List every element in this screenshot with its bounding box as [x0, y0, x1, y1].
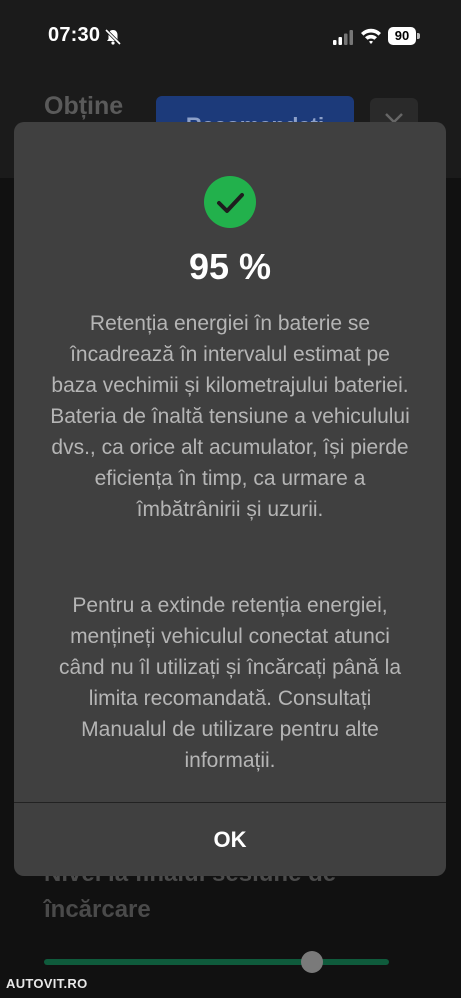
- wifi-icon: [361, 28, 381, 44]
- ok-button[interactable]: OK: [14, 803, 446, 876]
- watermark: AUTOVIT.RO: [6, 976, 88, 991]
- cellular-signal-icon: [333, 30, 353, 45]
- retention-description: Retenția energiei în baterie se încadrea…: [50, 312, 410, 521]
- charge-limit-slider-track[interactable]: [44, 959, 389, 965]
- status-bar: 07:30 90: [0, 0, 461, 70]
- battery-icon: 90: [388, 27, 416, 45]
- retention-percent: 95 %: [188, 246, 272, 287]
- page-title: Obține: [44, 92, 124, 120]
- retention-advice: Pentru a extinde retenția energiei, menț…: [58, 594, 402, 772]
- battery-retention-dialog: 95 % Retenția energiei în baterie se înc…: [14, 122, 446, 876]
- status-time: 07:30: [48, 24, 101, 46]
- bell-slash-icon: [104, 28, 122, 46]
- charge-limit-slider-thumb[interactable]: [301, 951, 323, 973]
- battery-tip: [417, 33, 420, 39]
- check-circle-icon: [204, 176, 256, 228]
